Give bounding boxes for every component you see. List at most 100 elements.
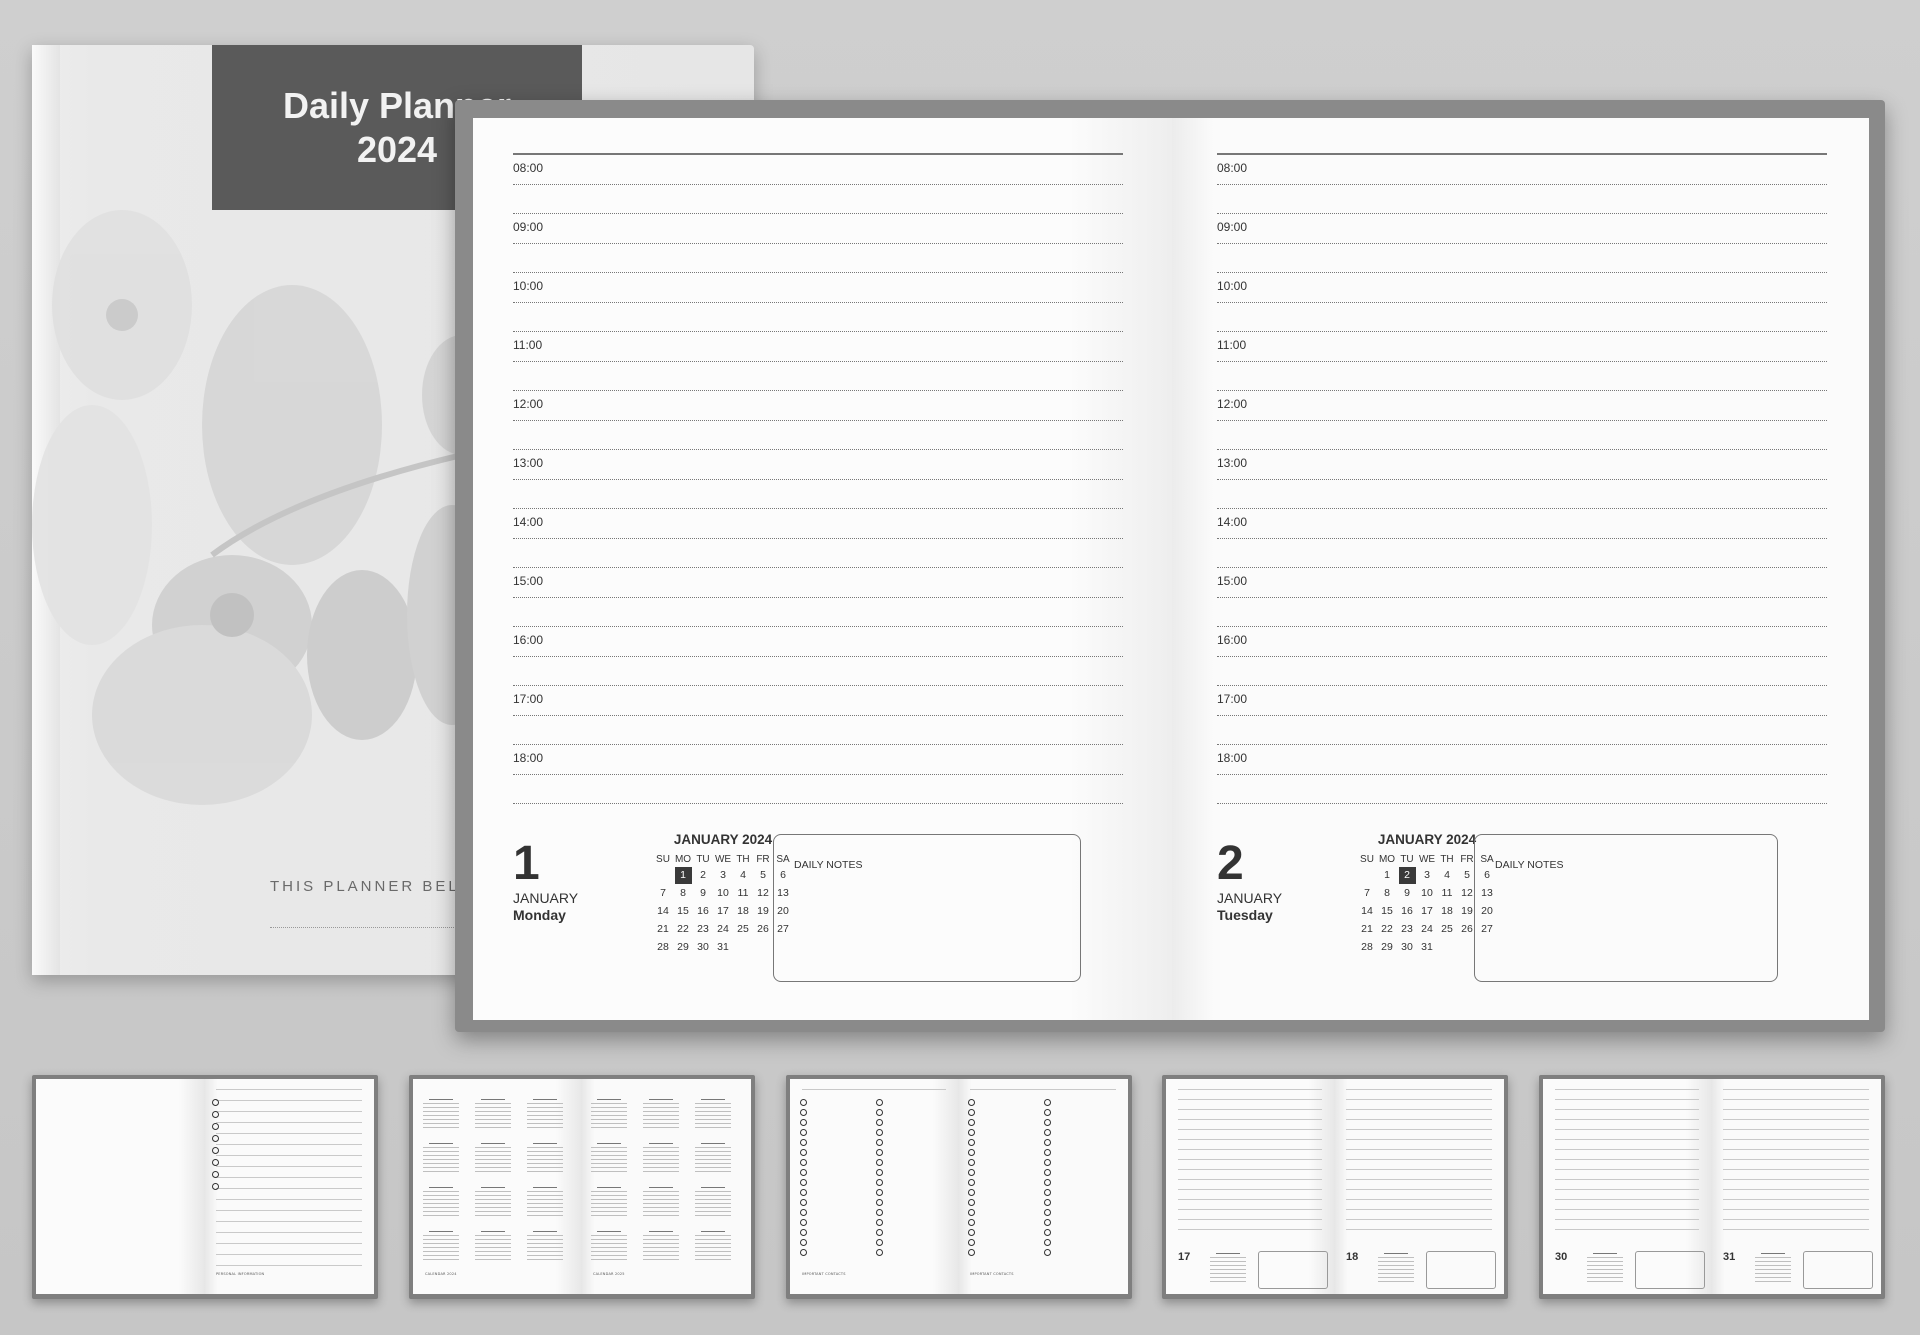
calendar-day[interactable]: 2 [693, 866, 713, 884]
calendar-day[interactable]: 3 [1417, 866, 1437, 884]
thumbnail-days-30-31[interactable]: 30 31 [1539, 1075, 1885, 1299]
calendar-day[interactable]: 1 [673, 866, 693, 884]
day-number: 2 [1217, 837, 1244, 890]
hour-label: 12:00 [1217, 397, 1248, 411]
calendar-day[interactable]: 9 [693, 884, 713, 902]
calendar-day[interactable]: 12 [753, 884, 773, 902]
calendar-day[interactable]: 30 [693, 938, 713, 956]
calendar-day[interactable]: 23 [693, 920, 713, 938]
thumbnail-days-17-18[interactable]: 17 18 [1162, 1075, 1508, 1299]
hour-row[interactable]: 17:00 [1217, 686, 1827, 745]
calendar-day[interactable]: 16 [1397, 902, 1417, 920]
calendar-day[interactable]: 7 [653, 884, 673, 902]
weekday-header: SU [1360, 853, 1374, 865]
hour-row[interactable]: 15:00 [1217, 568, 1827, 627]
calendar-day[interactable]: 10 [1417, 884, 1437, 902]
day-number: 1 [513, 837, 540, 890]
daily-notes-label: DAILY NOTES [794, 859, 863, 871]
hour-label: 10:00 [1217, 279, 1248, 293]
calendar-day[interactable]: 28 [653, 938, 673, 956]
hour-row[interactable]: 18:00 [1217, 745, 1827, 804]
thumbnail-day-number: 18 [1346, 1251, 1359, 1263]
hour-row[interactable]: 14:00 [513, 509, 1123, 568]
hour-row[interactable]: 11:00 [1217, 332, 1827, 391]
calendar-day[interactable]: 9 [1397, 884, 1417, 902]
calendar-day[interactable]: 24 [1417, 920, 1437, 938]
thumbnail-contacts[interactable]: IMPORTANT CONTACTS IMPORTANT CONTACTS [786, 1075, 1132, 1299]
hour-row[interactable]: 15:00 [513, 568, 1123, 627]
hour-row[interactable]: 14:00 [1217, 509, 1827, 568]
calendar-day [1357, 866, 1377, 884]
hour-row[interactable]: 09:00 [1217, 214, 1827, 273]
hour-row[interactable]: 18:00 [513, 745, 1123, 804]
calendar-day[interactable]: 23 [1397, 920, 1417, 938]
calendar-day[interactable]: 11 [733, 884, 753, 902]
calendar-day[interactable]: 29 [673, 938, 693, 956]
hourly-schedule: 08:00 09:00 10:00 11:00 12:00 13:00 14:00 15:00… [513, 153, 1123, 804]
calendar-day[interactable]: 29 [1377, 938, 1397, 956]
hour-row[interactable]: 16:00 [1217, 627, 1827, 686]
calendar-day[interactable]: 8 [673, 884, 693, 902]
hour-row[interactable]: 08:00 [513, 155, 1123, 214]
hour-row[interactable]: 10:00 [513, 273, 1123, 332]
day-weekday: Monday [513, 907, 566, 923]
hour-row[interactable]: 17:00 [513, 686, 1123, 745]
weekday-header: FR [756, 853, 770, 865]
calendar-day[interactable]: 14 [1357, 902, 1377, 920]
hour-row[interactable]: 12:00 [1217, 391, 1827, 450]
calendar-day[interactable]: 24 [713, 920, 733, 938]
calendar-day[interactable]: 15 [1377, 902, 1397, 920]
thumbnail-calendars[interactable]: CALENDAR 2024 CALENDAR 2025 [409, 1075, 755, 1299]
calendar-day[interactable]: 16 [693, 902, 713, 920]
thumbnail-footer: IMPORTANT CONTACTS [802, 1272, 846, 1276]
calendar-day[interactable]: 18 [733, 902, 753, 920]
hour-row[interactable]: 09:00 [513, 214, 1123, 273]
calendar-day[interactable]: 25 [733, 920, 753, 938]
hour-label: 18:00 [1217, 751, 1248, 765]
calendar-day[interactable]: 15 [673, 902, 693, 920]
calendar-day[interactable]: 14 [653, 902, 673, 920]
thumbnail-day-number: 17 [1178, 1251, 1191, 1263]
calendar-day[interactable]: 21 [653, 920, 673, 938]
calendar-day[interactable]: 3 [713, 866, 733, 884]
hour-row[interactable]: 10:00 [1217, 273, 1827, 332]
day-month: JANUARY [1217, 890, 1283, 906]
calendar-day[interactable]: 10 [713, 884, 733, 902]
calendar-day[interactable]: 30 [1397, 938, 1417, 956]
calendar-day[interactable]: 28 [1357, 938, 1377, 956]
calendar-day[interactable]: 26 [753, 920, 773, 938]
calendar-day[interactable]: 21 [1357, 920, 1377, 938]
hour-row[interactable]: 11:00 [513, 332, 1123, 391]
calendar-day[interactable]: 22 [1377, 920, 1397, 938]
thumbnail-personal-info[interactable]: PERSONAL INFORMATION [32, 1075, 378, 1299]
calendar-day[interactable]: 31 [1417, 938, 1437, 956]
calendar-day[interactable]: 22 [673, 920, 693, 938]
hour-row[interactable]: 12:00 [513, 391, 1123, 450]
calendar-day[interactable]: 7 [1357, 884, 1377, 902]
calendar-day[interactable]: 25 [1437, 920, 1457, 938]
calendar-day[interactable]: 4 [733, 866, 753, 884]
weekday-header: SU [656, 853, 670, 865]
weekday-header: TH [1440, 853, 1454, 865]
calendar-day[interactable]: 5 [753, 866, 773, 884]
hour-row[interactable]: 08:00 [1217, 155, 1827, 214]
calendar-day[interactable]: 17 [713, 902, 733, 920]
calendar-day[interactable]: 1 [1377, 866, 1397, 884]
calendar-day[interactable]: 19 [753, 902, 773, 920]
calendar-day[interactable]: 18 [1437, 902, 1457, 920]
hour-row[interactable]: 16:00 [513, 627, 1123, 686]
calendar-day[interactable]: 17 [1417, 902, 1437, 920]
calendar-day [733, 938, 753, 956]
daily-notes-box[interactable]: DAILY NOTES [1474, 834, 1778, 982]
calendar-day[interactable]: 11 [1437, 884, 1457, 902]
hour-row[interactable]: 13:00 [1217, 450, 1827, 509]
hourly-schedule: 08:00 09:00 10:00 11:00 12:00 13:00 14:00 15:00… [1217, 153, 1827, 804]
calendar-day[interactable]: 2 [1397, 866, 1417, 884]
hour-label: 17:00 [513, 692, 544, 706]
daily-notes-box[interactable]: DAILY NOTES [773, 834, 1081, 982]
calendar-day[interactable]: 8 [1377, 884, 1397, 902]
thumbnail-footer: IMPORTANT CONTACTS [970, 1272, 1014, 1276]
hour-row[interactable]: 13:00 [513, 450, 1123, 509]
calendar-day[interactable]: 31 [713, 938, 733, 956]
calendar-day[interactable]: 4 [1437, 866, 1457, 884]
